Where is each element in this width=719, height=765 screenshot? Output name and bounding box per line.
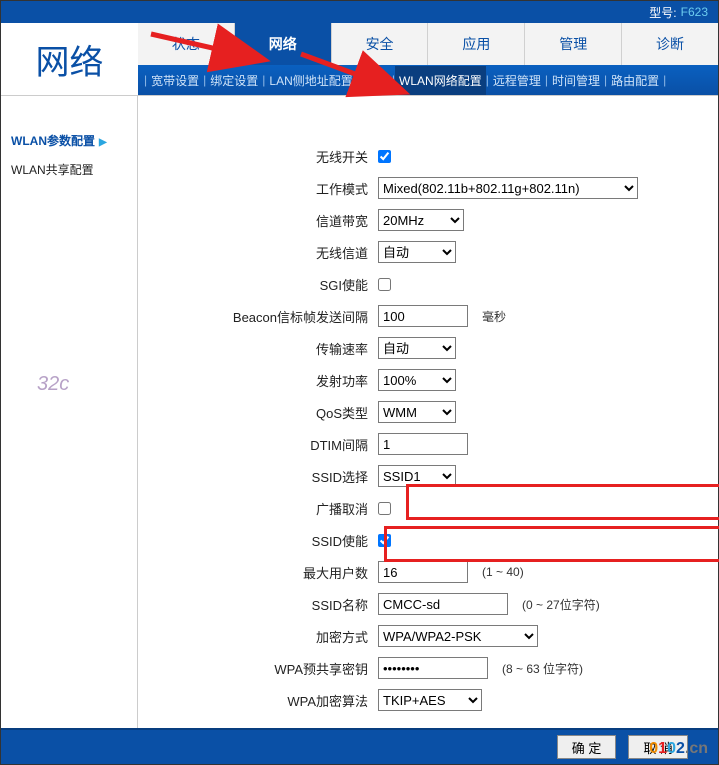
main-area: WLAN参数配置 WLAN共享配置 无线开关 工作模式 Mixed(802.11… <box>1 96 718 730</box>
tab-management[interactable]: 管理 <box>525 23 622 65</box>
tab-security[interactable]: 安全 <box>332 23 429 65</box>
label-beacon: Beacon信标帧发送间隔 <box>148 307 378 326</box>
ok-button[interactable]: 确 定 <box>557 735 617 759</box>
sidebar: WLAN参数配置 WLAN共享配置 <box>1 96 138 730</box>
sidebar-item-wlan-share[interactable]: WLAN共享配置 <box>9 155 129 184</box>
ssid-name-hint: (0 ~ 27位字符) <box>522 596 600 613</box>
subtab-broadband[interactable]: 宽带设置 <box>147 72 203 89</box>
subtab-binding[interactable]: 绑定设置 <box>206 72 262 89</box>
subtab-qos[interactable]: QoS <box>360 73 392 87</box>
channel-bw-select[interactable]: 20MHz <box>378 209 464 231</box>
label-max-users: 最大用户数 <box>148 563 378 582</box>
label-dtim: DTIM间隔 <box>148 435 378 454</box>
qos-type-select[interactable]: WMM <box>378 401 456 423</box>
auth-mode-select[interactable]: WPA/WPA2-PSK <box>378 625 538 647</box>
label-wireless-channel: 无线信道 <box>148 243 378 262</box>
label-auth-mode: 加密方式 <box>148 627 378 646</box>
sidebar-item-wlan-params[interactable]: WLAN参数配置 <box>9 126 129 155</box>
label-sgi: SGI使能 <box>148 275 378 294</box>
wpa-key-input[interactable] <box>378 657 488 679</box>
ssid-enable-checkbox[interactable] <box>378 534 391 547</box>
top-bar: 型号: F623 <box>1 1 718 23</box>
dtim-input[interactable] <box>378 433 468 455</box>
tab-application[interactable]: 应用 <box>428 23 525 65</box>
tab-diagnosis[interactable]: 诊断 <box>622 23 718 65</box>
label-wpa-key: WPA预共享密钥 <box>148 659 378 678</box>
label-qos-type: QoS类型 <box>148 403 378 422</box>
beacon-hint: 毫秒 <box>482 308 506 325</box>
wpa-key-hint: (8 ~ 63 位字符) <box>502 660 583 677</box>
header: 网络 状态 网络 安全 应用 管理 诊断 |宽带设置 |绑定设置 |LAN侧地址… <box>1 23 718 96</box>
label-channel-bw: 信道带宽 <box>148 211 378 230</box>
beacon-input[interactable] <box>378 305 468 327</box>
sub-tabs: |宽带设置 |绑定设置 |LAN侧地址配置 |QoS |WLAN网络配置 |远程… <box>138 65 718 95</box>
model-value: F623 <box>681 5 708 19</box>
label-broadcast-cancel: 广播取消 <box>148 499 378 518</box>
nav-area: 状态 网络 安全 应用 管理 诊断 |宽带设置 |绑定设置 |LAN侧地址配置 … <box>138 23 718 95</box>
form-content: 无线开关 工作模式 Mixed(802.11b+802.11g+802.11n)… <box>138 96 718 730</box>
ssid-name-input[interactable] <box>378 593 508 615</box>
wireless-channel-select[interactable]: 自动 <box>378 241 456 263</box>
cancel-button[interactable]: 取 消 <box>628 735 688 759</box>
max-users-hint: (1 ~ 40) <box>482 565 524 579</box>
model-label: 型号: <box>649 4 676 21</box>
subtab-wlan[interactable]: WLAN网络配置 <box>395 66 486 95</box>
ssid-select[interactable]: SSID1 <box>378 465 456 487</box>
main-tabs: 状态 网络 安全 应用 管理 诊断 <box>138 23 718 65</box>
label-ssid-enable: SSID使能 <box>148 531 378 550</box>
tx-rate-select[interactable]: 自动 <box>378 337 456 359</box>
work-mode-select[interactable]: Mixed(802.11b+802.11g+802.11n) <box>378 177 638 199</box>
label-tx-rate: 传输速率 <box>148 339 378 358</box>
wireless-switch-checkbox[interactable] <box>378 150 391 163</box>
label-tx-power: 发射功率 <box>148 371 378 390</box>
tx-power-select[interactable]: 100% <box>378 369 456 391</box>
subtab-route[interactable]: 路由配置 <box>607 72 663 89</box>
label-ssid-name: SSID名称 <box>148 595 378 614</box>
max-users-input[interactable] <box>378 561 468 583</box>
subtab-remote[interactable]: 远程管理 <box>489 72 545 89</box>
sgi-checkbox[interactable] <box>378 278 391 291</box>
wpa-algo-select[interactable]: TKIP+AES <box>378 689 482 711</box>
tab-status[interactable]: 状态 <box>138 23 235 65</box>
label-wireless-switch: 无线开关 <box>148 147 378 166</box>
label-wpa-algo: WPA加密算法 <box>148 691 378 710</box>
subtab-time[interactable]: 时间管理 <box>548 72 604 89</box>
page-title: 网络 <box>1 23 138 95</box>
broadcast-cancel-checkbox[interactable] <box>378 502 391 515</box>
tab-network[interactable]: 网络 <box>235 23 332 65</box>
label-ssid-select: SSID选择 <box>148 467 378 486</box>
subtab-lan[interactable]: LAN侧地址配置 <box>265 72 356 89</box>
footer: 确 定 取 消 <box>1 728 718 764</box>
label-work-mode: 工作模式 <box>148 179 378 198</box>
